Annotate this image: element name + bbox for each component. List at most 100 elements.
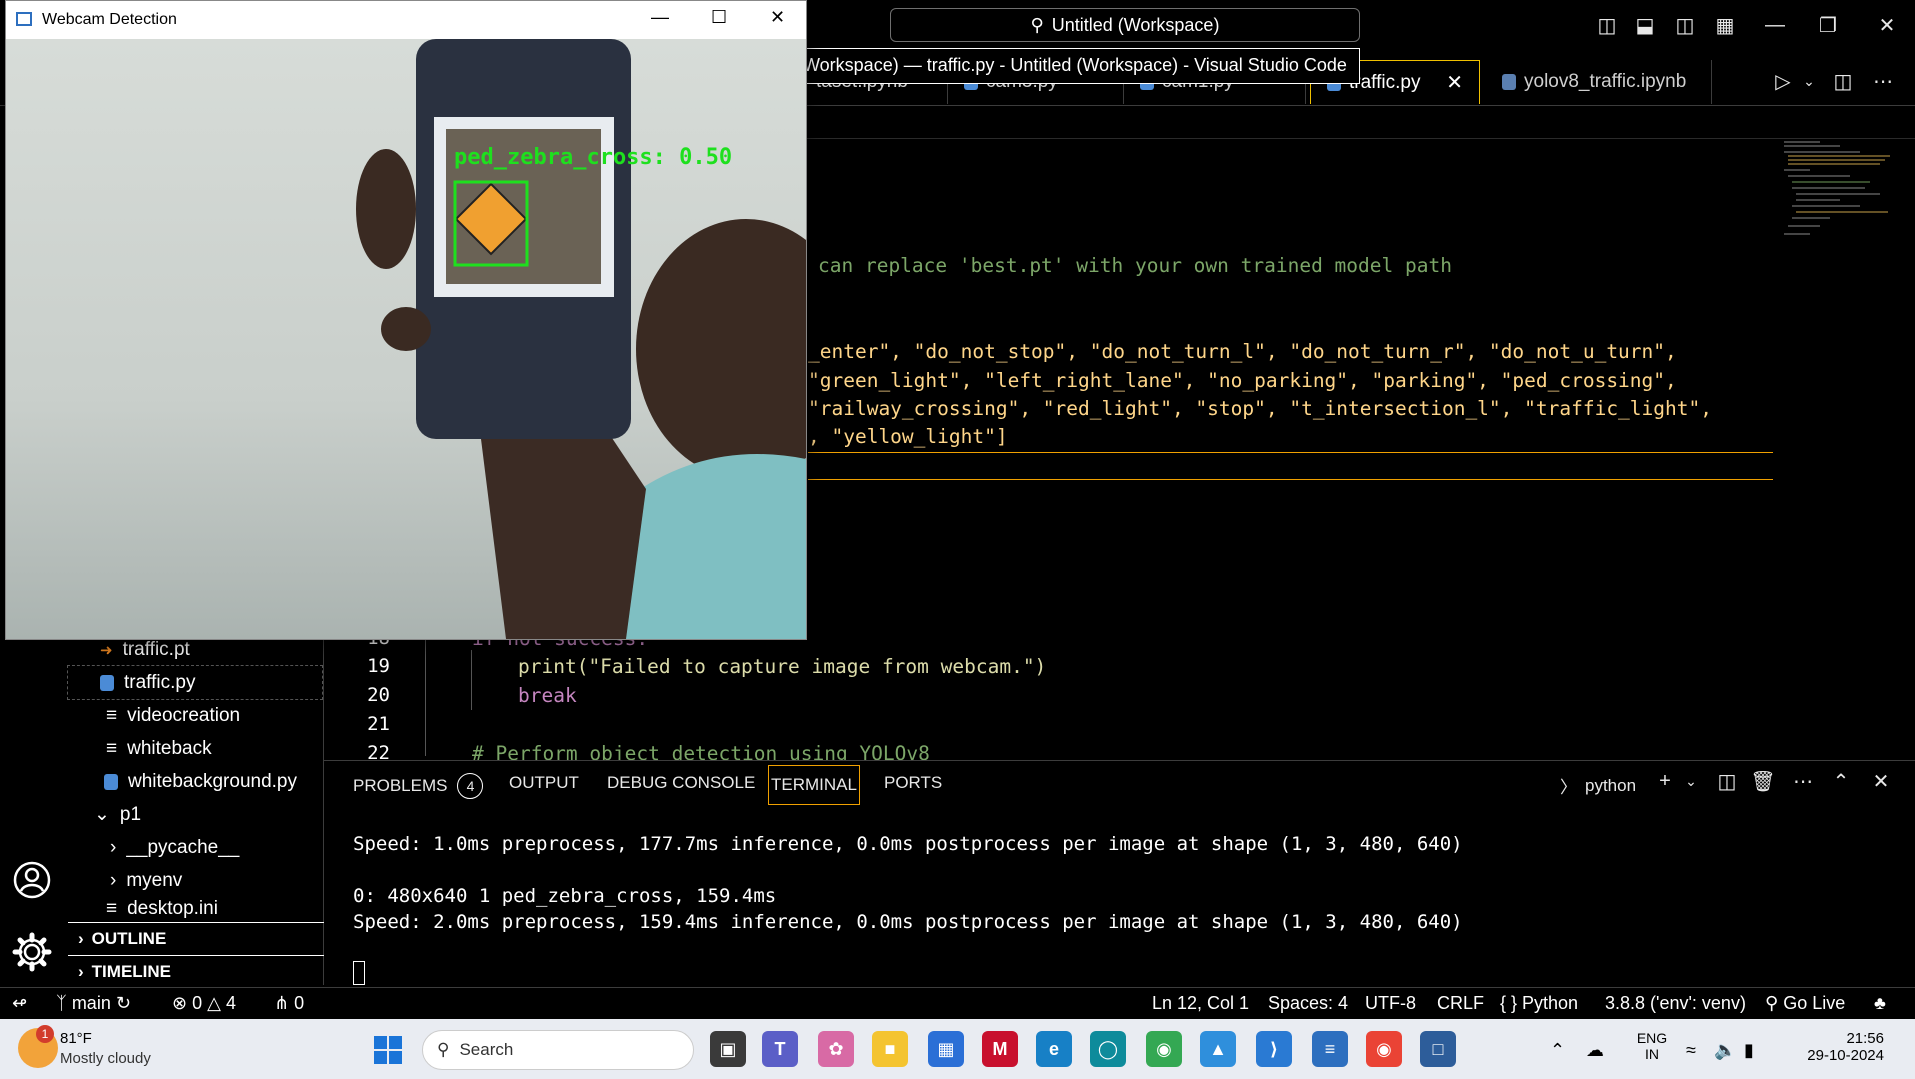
tab-terminal[interactable]: TERMINAL [768, 765, 860, 805]
file-explorer-icon[interactable]: ■ [872, 1031, 908, 1067]
explorer-item-desktop-ini[interactable]: ≡ desktop.ini [106, 897, 326, 921]
explorer-item-whitebackground[interactable]: whitebackground.py [104, 765, 324, 798]
tab-label: PROBLEMS [353, 776, 448, 795]
branch-status[interactable]: ᛉ main ↻ [56, 993, 131, 1014]
copilot-icon[interactable]: ✿ [818, 1031, 854, 1067]
text-file-icon: ≡ [106, 898, 118, 919]
lang-region: IN [1645, 1046, 1659, 1062]
eol-status[interactable]: CRLF [1437, 993, 1484, 1014]
vscode-icon[interactable]: ⟩ [1256, 1031, 1292, 1067]
python-window-icon[interactable]: □ [1420, 1031, 1456, 1067]
tab-ports[interactable]: PORTS [884, 773, 942, 793]
timeline-label: TIMELINE [91, 962, 172, 981]
volume-icon[interactable]: 🔈 [1714, 1040, 1736, 1061]
timeline-section-header[interactable]: › TIMELINE [68, 955, 324, 988]
tab-yolov8-notebook[interactable]: yolov8_traffic.ipynb [1486, 60, 1712, 104]
mcafee-icon[interactable]: M [982, 1031, 1018, 1067]
interpreter-status[interactable]: 3.8.8 ('env': venv) [1605, 993, 1746, 1014]
close-icon[interactable]: ✕ [770, 7, 785, 28]
explorer-item-whiteback[interactable]: ≡ whiteback [106, 732, 326, 765]
terminal-dropdown-icon[interactable]: ⌄ [1678, 768, 1704, 794]
edge-icon[interactable]: e [1036, 1031, 1072, 1067]
explorer-item-label: desktop.ini [127, 898, 218, 919]
cortana-icon[interactable]: ◯ [1090, 1031, 1126, 1067]
encoding-status[interactable]: UTF-8 [1365, 993, 1416, 1014]
notepad-icon[interactable]: ≡ [1312, 1031, 1348, 1067]
show-hidden-icons[interactable]: ⌃ [1550, 1040, 1565, 1061]
warnings-count: 4 [225, 993, 236, 1013]
command-center[interactable]: ⚲ Untitled (Workspace) [890, 8, 1360, 42]
problems-status[interactable]: ⊗ 0 △ 4 [172, 993, 236, 1014]
minimize-icon[interactable]: — [651, 7, 669, 28]
ports-status[interactable]: ⋔ 0 [274, 993, 304, 1014]
close-panel-icon[interactable]: ✕ [1868, 768, 1894, 794]
explorer-folder-p1[interactable]: ⌄ p1 [94, 798, 314, 831]
code-comment: can replace 'best.pt' with your own trai… [818, 254, 1452, 277]
explorer-item-traffic-py[interactable]: traffic.py [67, 665, 323, 700]
gear-icon[interactable] [12, 932, 52, 972]
finger [381, 307, 431, 351]
outline-section-header[interactable]: › OUTLINE [68, 922, 324, 955]
store-icon[interactable]: ▦ [928, 1031, 964, 1067]
split-editor-icon[interactable]: ◫ [1830, 68, 1856, 94]
toggle-panel-icon[interactable]: ⬓ [1632, 12, 1658, 38]
task-view-icon[interactable]: ▣ [710, 1031, 746, 1067]
new-terminal-icon[interactable]: + [1652, 768, 1678, 794]
notifications-icon[interactable]: ♣ [1874, 993, 1886, 1014]
teams-icon[interactable]: T [762, 1031, 798, 1067]
close-icon[interactable]: ✕ [1874, 12, 1900, 38]
explorer-item-videocreation[interactable]: ≡ videocreation [106, 699, 326, 732]
language-indicator[interactable]: ENG IN [1632, 1030, 1672, 1062]
language-label: Python [1522, 993, 1579, 1013]
photos-icon[interactable]: ▲ [1200, 1031, 1236, 1067]
toggle-secondary-sidebar-icon[interactable]: ◫ [1672, 12, 1698, 38]
go-live-button[interactable]: ⚲ Go Live [1765, 993, 1845, 1014]
outline-label: OUTLINE [91, 929, 167, 948]
code-class-list-3: "railway_crossing", "red_light", "stop",… [808, 397, 1712, 420]
onedrive-icon[interactable]: ☁ [1586, 1040, 1604, 1061]
current-line-highlight-top [808, 452, 1773, 453]
webcam-titlebar[interactable]: Webcam Detection — ☐ ✕ [6, 1, 806, 39]
weather-badge: 1 [36, 1025, 54, 1043]
battery-icon[interactable]: ▮ [1744, 1040, 1754, 1061]
restore-icon[interactable]: ❐ [1815, 12, 1841, 38]
minimap[interactable] [1780, 138, 1900, 248]
run-icon[interactable]: ▷ [1770, 68, 1796, 94]
python-file-icon [100, 674, 114, 691]
clock[interactable]: 21:56 29-10-2024 [1784, 1030, 1884, 1064]
command-center-label: Untitled (Workspace) [1051, 14, 1220, 35]
explorer-folder-pycache[interactable]: › __pycache__ [110, 831, 320, 864]
more-actions-icon[interactable]: ⋯ [1870, 68, 1896, 94]
tab-output[interactable]: OUTPUT [509, 773, 579, 793]
run-dropdown-icon[interactable]: ⌄ [1796, 68, 1822, 94]
chrome-profile-icon[interactable]: ◉ [1366, 1031, 1402, 1067]
trash-icon[interactable]: 🗑 [1750, 768, 1776, 794]
tab-debug-console[interactable]: DEBUG CONSOLE [607, 773, 755, 793]
minimize-icon[interactable]: — [1762, 12, 1788, 38]
wifi-icon[interactable]: ≈ [1686, 1040, 1696, 1061]
accounts-icon[interactable] [12, 860, 52, 900]
explorer-item-label: videocreation [127, 704, 241, 726]
taskbar-search[interactable]: ⚲ Search [422, 1030, 694, 1070]
cursor-position[interactable]: Ln 12, Col 1 [1152, 993, 1249, 1014]
more-actions-icon[interactable]: ⋯ [1790, 768, 1816, 794]
toggle-primary-sidebar-icon[interactable]: ◫ [1594, 12, 1620, 38]
close-tab-icon[interactable]: ✕ [1446, 70, 1463, 95]
customize-layout-icon[interactable]: ▦ [1712, 12, 1738, 38]
split-terminal-icon[interactable]: ◫ [1714, 768, 1740, 794]
weather-temp: 81°F [60, 1030, 92, 1047]
errors-count: 0 [192, 993, 203, 1013]
language-status[interactable]: { } Python [1500, 993, 1578, 1014]
chrome-icon[interactable]: ◉ [1146, 1031, 1182, 1067]
maximize-icon[interactable]: ☐ [711, 7, 727, 28]
remote-icon[interactable]: ↫ [12, 993, 27, 1014]
text-file-icon: ≡ [106, 737, 118, 759]
tab-problems[interactable]: PROBLEMS 4 [353, 773, 484, 799]
search-icon: ⚲ [437, 1040, 450, 1059]
terminal-shell-selector[interactable]: 〉 python [1560, 773, 1636, 798]
windows-start-icon[interactable] [372, 1034, 404, 1066]
indentation-status[interactable]: Spaces: 4 [1268, 993, 1348, 1014]
explorer-folder-myenv[interactable]: › myenv [110, 864, 320, 897]
branch-label: main [71, 993, 111, 1013]
maximize-panel-icon[interactable]: ⌃ [1828, 768, 1854, 794]
